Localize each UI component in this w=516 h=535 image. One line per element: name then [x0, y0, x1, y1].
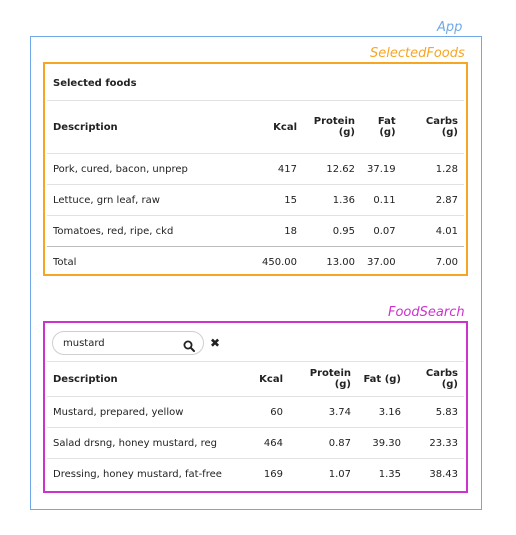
cell-fat: 37.19	[361, 153, 402, 185]
cell-fat: 0.07	[361, 215, 402, 247]
cell-protein: 12.62	[303, 153, 361, 185]
search-field[interactable]	[52, 331, 204, 355]
cell-description: Mustard, prepared, yellow	[47, 396, 249, 428]
cell-protein: 3.74	[289, 396, 357, 428]
table-row[interactable]: Mustard, prepared, yellow 60 3.74 3.16 5…	[47, 396, 464, 428]
table-row[interactable]: Salad drsng, honey mustard, reg 464 0.87…	[47, 427, 464, 459]
column-header-description: Description	[53, 373, 118, 385]
close-icon[interactable]: ✖	[210, 336, 220, 350]
cell-description: Pork, cured, bacon, unprep	[47, 153, 249, 185]
cell-kcal: 169	[249, 458, 289, 489]
column-header-kcal: Kcal	[273, 121, 297, 133]
search-input[interactable]	[63, 337, 183, 349]
cell-fat: 39.30	[357, 427, 407, 459]
column-header-kcal: Kcal	[259, 373, 283, 385]
total-kcal: 450.00	[249, 246, 303, 272]
column-header-carbs: Carbs (g)	[425, 116, 458, 138]
total-protein: 13.00	[303, 246, 361, 272]
cell-protein: 1.07	[289, 458, 357, 489]
table-row[interactable]: Dressing, honey mustard, fat-free 169 1.…	[47, 458, 464, 489]
cell-description: Tomatoes, red, ripe, ckd	[47, 215, 249, 247]
column-header-fat: Fat (g)	[363, 373, 401, 385]
cell-description: Dressing, honey mustard, fat-free	[47, 458, 249, 489]
column-header-carbs: Carbs (g)	[425, 368, 458, 390]
search-results-table: Description Kcal Protein (g) Fat (g) Car…	[47, 362, 464, 489]
cell-protein: 0.95	[303, 215, 361, 247]
cell-carbs: 38.43	[407, 458, 464, 489]
total-label: Total	[47, 246, 249, 272]
cell-description: Lettuce, grn leaf, raw	[47, 184, 249, 216]
cell-kcal: 464	[249, 427, 289, 459]
selected-foods-title: Selected foods	[47, 66, 464, 101]
total-row: Total 450.00 13.00 37.00 7.00	[47, 246, 464, 272]
cell-description: Salad drsng, honey mustard, reg	[47, 427, 249, 459]
column-header-fat: Fat (g)	[377, 116, 396, 138]
cell-carbs: 2.87	[401, 184, 464, 216]
food-search-panel: ✖ Description Kcal Protein (g) Fat (g) C…	[43, 321, 468, 493]
cell-kcal: 60	[249, 396, 289, 428]
cell-fat: 3.16	[357, 396, 407, 428]
table-row[interactable]: Lettuce, grn leaf, raw 15 1.36 0.11 2.87	[47, 184, 464, 216]
cell-protein: 0.87	[289, 427, 357, 459]
cell-carbs: 1.28	[401, 153, 464, 185]
total-carbs: 7.00	[401, 246, 464, 272]
column-header-description: Description	[53, 121, 118, 133]
selected-foods-table: Selected foods Description Kcal Protein …	[47, 66, 464, 272]
search-icon[interactable]	[183, 337, 195, 352]
cell-fat: 1.35	[357, 458, 407, 489]
cell-carbs: 5.83	[407, 396, 464, 428]
total-fat: 37.00	[361, 246, 402, 272]
app-component-label: App	[437, 20, 463, 35]
cell-carbs: 23.33	[407, 427, 464, 459]
cell-carbs: 4.01	[401, 215, 464, 247]
search-bar: ✖	[47, 325, 464, 362]
cell-kcal: 15	[249, 184, 303, 216]
column-header-protein: Protein (g)	[309, 368, 351, 390]
cell-kcal: 18	[249, 215, 303, 247]
table-row[interactable]: Tomatoes, red, ripe, ckd 18 0.95 0.07 4.…	[47, 215, 464, 247]
table-row[interactable]: Pork, cured, bacon, unprep 417 12.62 37.…	[47, 153, 464, 185]
column-header-protein: Protein (g)	[313, 116, 355, 138]
cell-protein: 1.36	[303, 184, 361, 216]
selected-foods-panel: Selected foods Description Kcal Protein …	[43, 62, 468, 276]
cell-fat: 0.11	[361, 184, 402, 216]
cell-kcal: 417	[249, 153, 303, 185]
